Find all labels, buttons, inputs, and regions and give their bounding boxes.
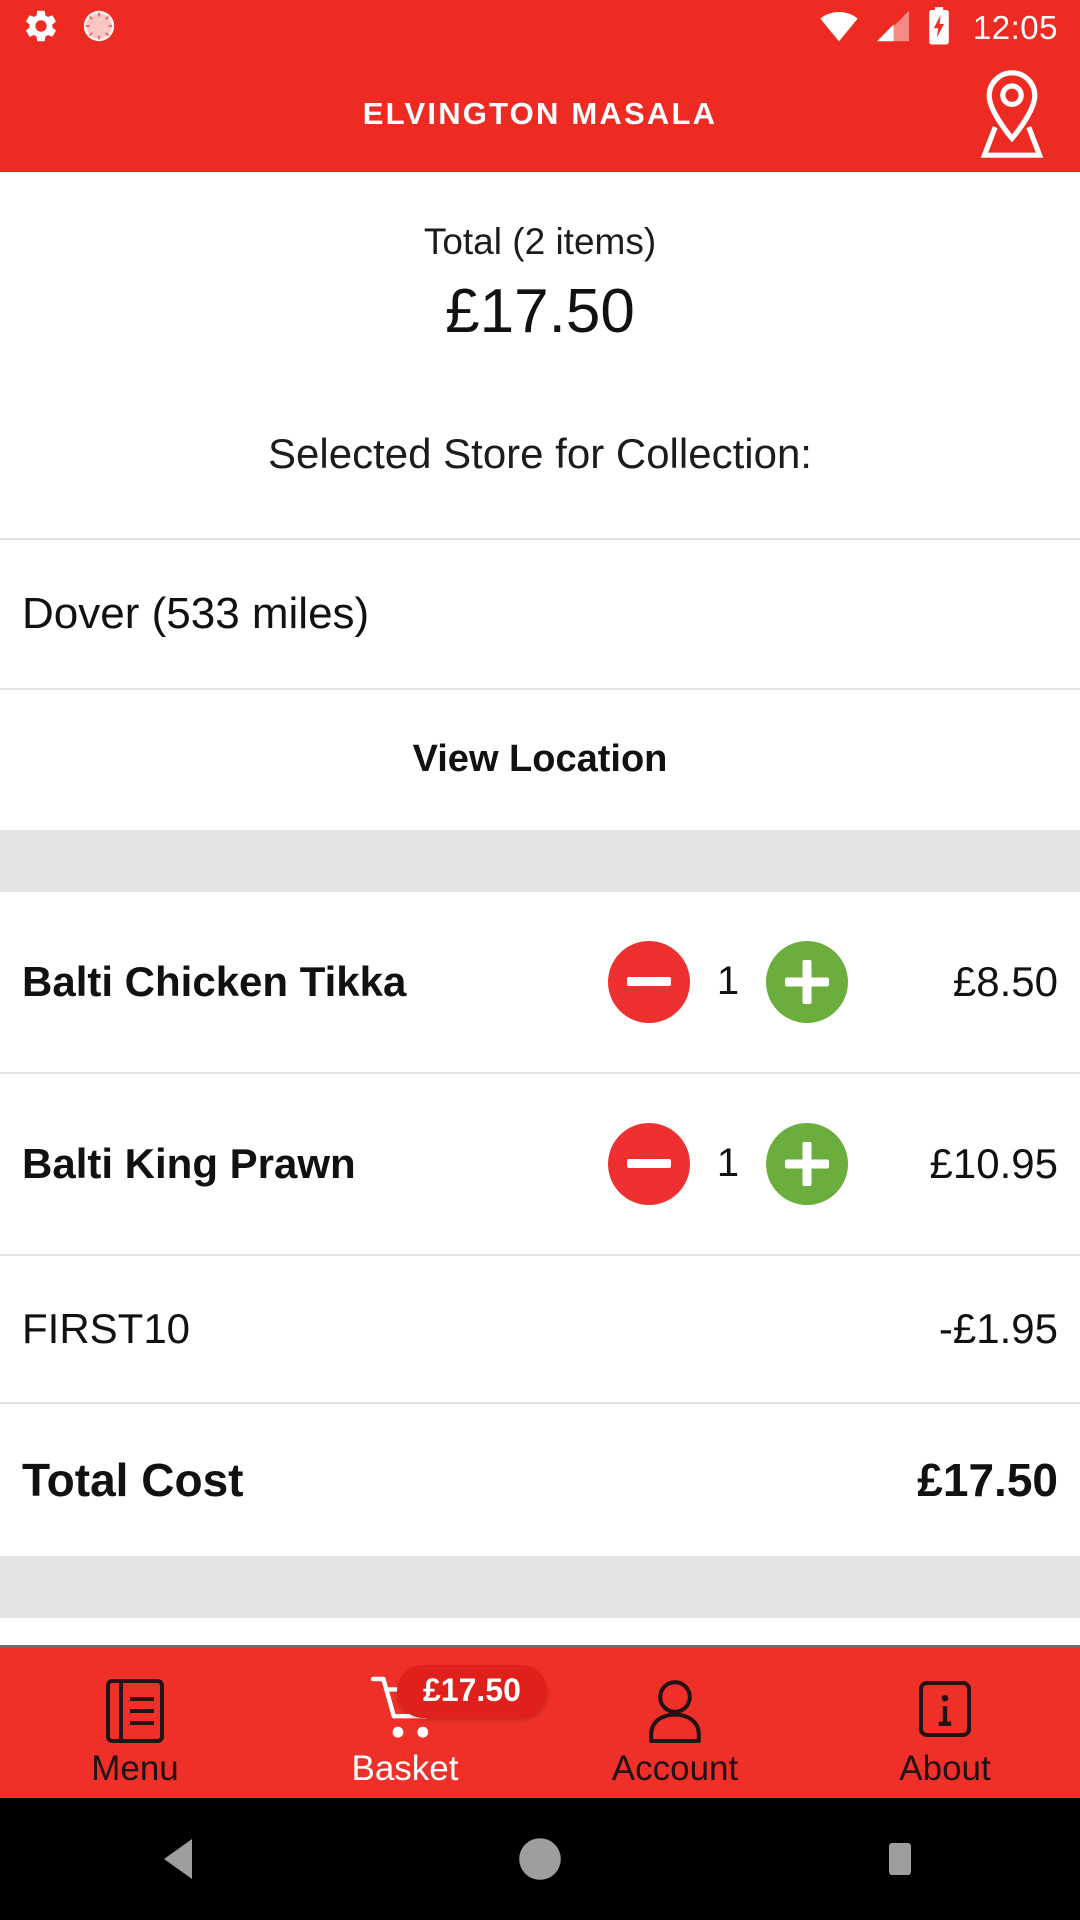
section-separator-band [0, 1555, 1080, 1618]
selected-store-name: Dover (533 miles) [22, 588, 370, 638]
nav-item-basket[interactable]: £17.50 Basket [270, 1648, 547, 1798]
app-header: ELVINGTON MASALA [0, 56, 1080, 172]
item-price: £8.50 [952, 957, 1058, 1005]
basket-content: Total (2 items) £17.50 Selected Store fo… [0, 172, 1080, 1645]
view-location-label: View Location [412, 738, 668, 781]
increase-quantity-button[interactable] [766, 1122, 848, 1205]
basket-item-name: Balti Chicken Tikka [22, 957, 407, 1005]
item-quantity: 1 [716, 959, 740, 1004]
basket-item-name: Balti King Prawn [22, 1139, 356, 1187]
cellular-signal-icon [875, 9, 911, 48]
discount-amount: -£1.95 [938, 1304, 1058, 1352]
total-cost-label: Total Cost [22, 1453, 244, 1506]
nav-label-account: Account [611, 1748, 739, 1788]
status-bar: 12:05 [0, 0, 1080, 56]
table-row: Balti Chicken Tikka 1 £8.50 [0, 892, 1080, 1072]
app-root: 12:05 ELVINGTON MASALA Total (2 items) £… [0, 0, 1080, 1920]
nav-label-basket: Basket [351, 1748, 459, 1788]
home-circle-icon[interactable] [480, 1798, 600, 1920]
total-items-label: Total (2 items) [423, 221, 657, 262]
nav-label-about: About [899, 1748, 991, 1788]
total-amount: £17.50 [445, 277, 635, 347]
page-title: ELVINGTON MASALA [362, 96, 718, 131]
back-triangle-icon[interactable] [120, 1798, 240, 1920]
item-price: £10.95 [929, 1139, 1058, 1187]
recents-square-icon[interactable] [840, 1798, 960, 1920]
quantity-stepper: 1 [608, 940, 848, 1023]
table-row: Balti King Prawn 1 £10.95 [0, 1074, 1080, 1254]
total-cost-row: Total Cost £17.50 [0, 1404, 1080, 1556]
status-bar-left-icons [22, 7, 118, 50]
bottom-navigation-bar: Menu £17.50 Basket Account About [0, 1645, 1080, 1798]
section-separator-band [0, 829, 1080, 892]
total-cost-value: £17.50 [917, 1453, 1058, 1506]
quantity-stepper: 1 [608, 1122, 848, 1205]
shopping-cart-icon: £17.50 [370, 1664, 547, 1745]
nav-item-menu[interactable]: Menu [0, 1648, 270, 1798]
plus-icon [785, 1141, 829, 1186]
nav-item-account[interactable]: Account [540, 1648, 810, 1798]
plus-icon [785, 959, 829, 1004]
info-icon [914, 1669, 976, 1745]
selected-store-row[interactable]: Dover (533 miles) [0, 540, 1080, 688]
status-bar-right-icons: 12:05 [819, 6, 1058, 50]
order-total-summary: Total (2 items) £17.50 [0, 172, 1080, 362]
discount-row: FIRST10 -£1.95 [0, 1256, 1080, 1402]
collection-heading: Selected Store for Collection: [268, 429, 812, 477]
decrease-quantity-button[interactable] [608, 940, 690, 1023]
settings-gear-icon [22, 7, 60, 50]
status-bar-clock: 12:05 [972, 9, 1058, 46]
decrease-quantity-button[interactable] [608, 1122, 690, 1205]
discount-code: FIRST10 [22, 1304, 191, 1352]
view-location-button[interactable]: View Location [0, 690, 1080, 830]
alarm-clock-icon [80, 7, 118, 50]
wifi-icon [819, 9, 859, 48]
nav-item-about[interactable]: About [810, 1648, 1080, 1798]
battery-charging-icon [927, 6, 951, 50]
menu-book-icon [104, 1669, 166, 1745]
minus-icon [627, 1159, 671, 1169]
basket-total-badge: £17.50 [397, 1664, 547, 1718]
location-pin-icon[interactable] [964, 66, 1060, 162]
minus-icon [627, 977, 671, 987]
increase-quantity-button[interactable] [766, 940, 848, 1023]
system-navigation-bar [0, 1798, 1080, 1920]
item-quantity: 1 [716, 1141, 740, 1186]
nav-label-menu: Menu [91, 1748, 179, 1788]
person-icon [644, 1669, 706, 1745]
